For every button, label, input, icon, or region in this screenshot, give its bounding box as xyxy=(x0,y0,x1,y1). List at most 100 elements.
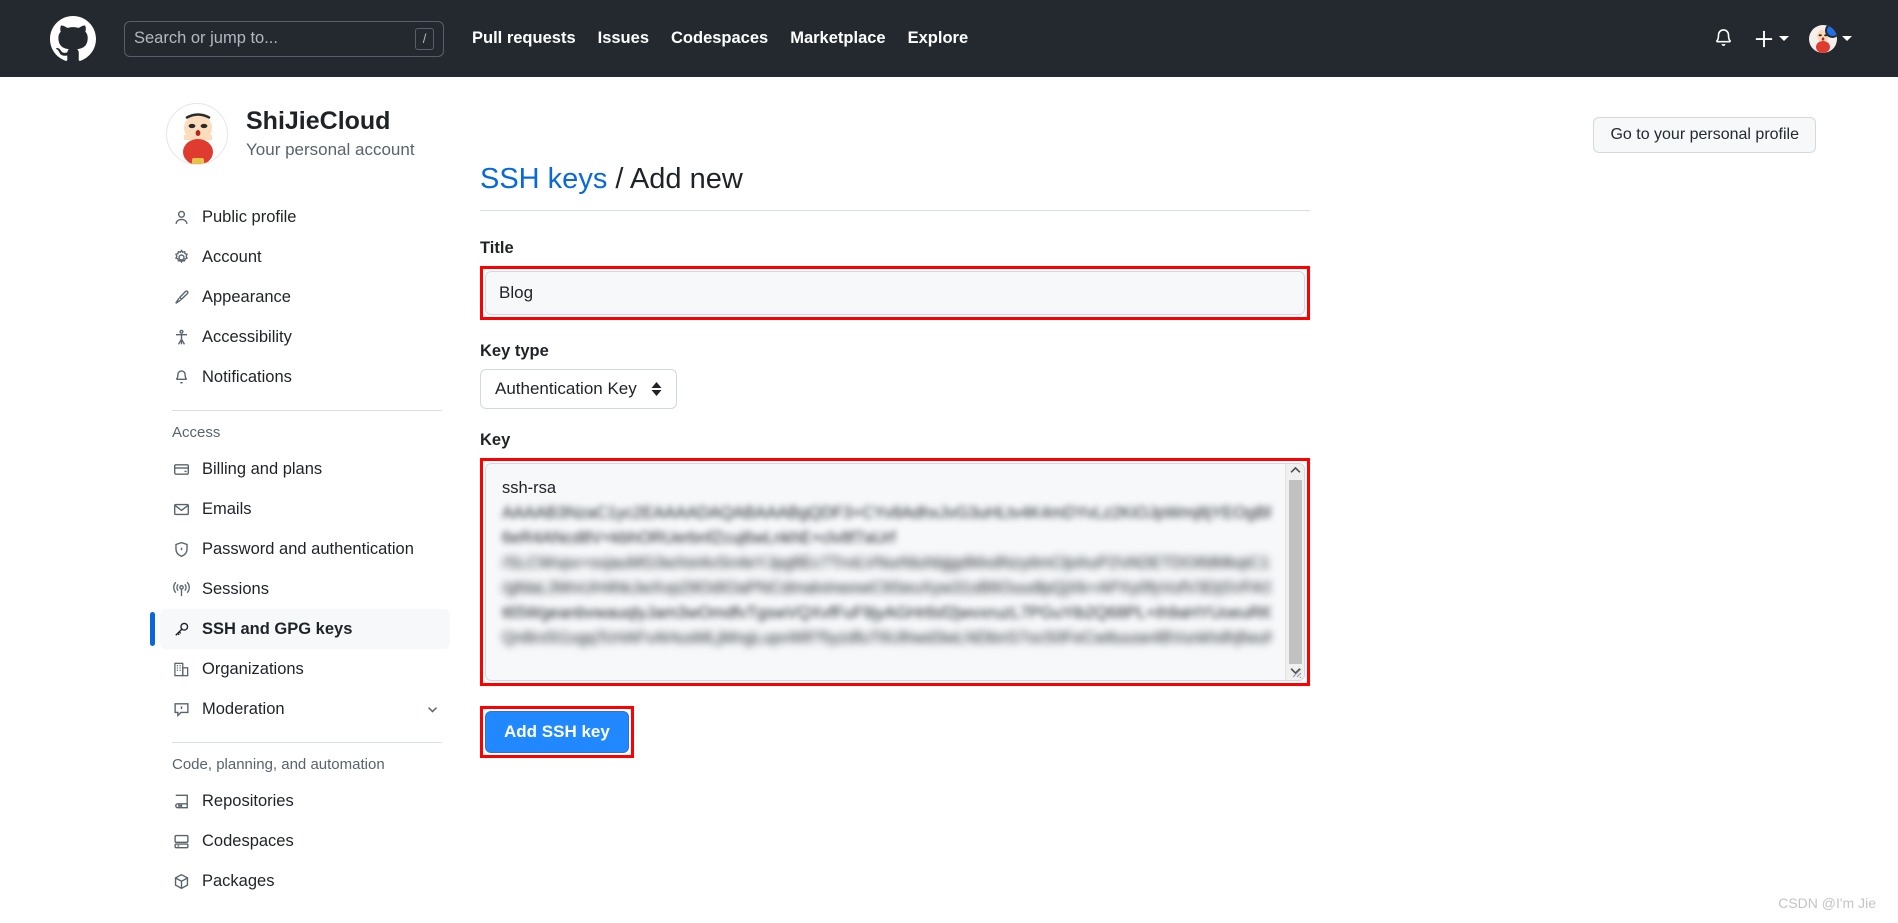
sidebar-item-repositories[interactable]: Repositories xyxy=(160,781,450,821)
sidebar-item-appearance[interactable]: Appearance xyxy=(160,277,450,317)
bell-icon xyxy=(172,368,190,386)
key-annotation-box: ssh-rsa AAAAB3NzaC1yc2EAAAADAQABAAABgQDF… xyxy=(480,458,1310,686)
gear-icon xyxy=(172,248,190,266)
sidebar-item-label: Emails xyxy=(202,499,252,518)
sidebar-item-label: Codespaces xyxy=(202,831,294,850)
account-header: ShiJieCloud Your personal account xyxy=(166,103,415,165)
go-to-personal-profile-button[interactable]: Go to your personal profile xyxy=(1593,117,1816,153)
account-name: ShiJieCloud xyxy=(246,107,391,136)
submit-annotation-box: Add SSH key xyxy=(480,706,634,758)
sidebar-item-moderation[interactable]: Moderation xyxy=(160,689,450,729)
sidebar-item-label: Repositories xyxy=(202,791,294,810)
breadcrumb-ssh-keys-link[interactable]: SSH keys xyxy=(480,163,607,195)
key-line: /SLCWvpx+svjauMG3wXei4vSn4eYJpgfiEc7Trvi… xyxy=(502,554,1271,572)
avatar[interactable] xyxy=(166,103,228,165)
sidebar-item-label: Notifications xyxy=(202,367,292,386)
sidebar-item-label: Appearance xyxy=(202,287,291,306)
sidebar-item-public-profile[interactable]: Public profile xyxy=(160,197,450,237)
settings-sidebar: Public profile Account Appearance Access… xyxy=(150,197,450,901)
sidebar-item-label: Moderation xyxy=(202,699,285,718)
chevron-down-icon[interactable] xyxy=(1290,667,1301,678)
key-type-select[interactable]: Authentication Key xyxy=(480,369,677,409)
sidebar-divider xyxy=(172,410,442,411)
key-icon xyxy=(172,620,190,638)
watermark: CSDN @I'm Jie xyxy=(1778,895,1876,911)
sidebar-item-codespaces[interactable]: Codespaces xyxy=(160,821,450,861)
create-new-button[interactable] xyxy=(1754,29,1789,49)
global-header: Search or jump to... / Pull requests Iss… xyxy=(0,0,1898,77)
broadcast-icon xyxy=(172,580,190,598)
paintbrush-icon xyxy=(172,288,190,306)
accessibility-icon xyxy=(172,328,190,346)
sidebar-item-account[interactable]: Account xyxy=(160,237,450,277)
mail-icon xyxy=(172,500,190,518)
title-input[interactable] xyxy=(485,271,1305,315)
chevron-down-icon[interactable] xyxy=(425,702,440,717)
nav-marketplace[interactable]: Marketplace xyxy=(790,29,885,48)
nav-pull-requests[interactable]: Pull requests xyxy=(472,29,576,48)
title-field-label: Title xyxy=(480,239,514,257)
sidebar-item-billing-and-plans[interactable]: Billing and plans xyxy=(160,449,450,489)
key-textarea[interactable]: ssh-rsa AAAAB3NzaC1yc2EAAAADAQABAAABgQDF… xyxy=(485,463,1305,681)
page-title: SSH keys / Add new xyxy=(480,163,1310,211)
sort-arrows-icon xyxy=(651,382,662,396)
page-body: ShiJieCloud Your personal account Go to … xyxy=(0,77,1898,923)
package-icon xyxy=(172,872,190,890)
key-type-selected-value: Authentication Key xyxy=(495,379,637,398)
account-subtitle: Your personal account xyxy=(246,139,415,159)
nav-issues[interactable]: Issues xyxy=(598,29,649,48)
sidebar-item-label: SSH and GPG keys xyxy=(202,619,353,638)
header-actions xyxy=(1713,24,1874,53)
caret-down-icon xyxy=(1842,36,1852,41)
search-input[interactable]: Search or jump to... / xyxy=(124,20,444,57)
key-textarea-content: ssh-rsa AAAAB3NzaC1yc2EAAAADAQABAAABgQDF… xyxy=(486,464,1285,680)
sidebar-item-label: Public profile xyxy=(202,207,297,226)
status-badge xyxy=(1825,24,1837,38)
plus-icon xyxy=(1755,30,1773,47)
sidebar-group-title-access: Access xyxy=(172,424,221,441)
title-annotation-box xyxy=(480,266,1310,320)
github-mark-icon[interactable] xyxy=(50,15,96,62)
key-type-field-label: Key type xyxy=(480,342,549,360)
breadcrumb-current: Add new xyxy=(629,163,743,195)
shield-lock-icon xyxy=(172,540,190,558)
key-line: Qn8rx5I1xgqTcHAFvAHusMLjMngLupvWll?5yzdf… xyxy=(502,629,1271,647)
chevron-up-icon[interactable] xyxy=(1290,466,1301,477)
credit-card-icon xyxy=(172,460,190,478)
search-slash-hint: / xyxy=(415,27,434,50)
sidebar-item-password-and-authentication[interactable]: Password and authentication xyxy=(160,529,450,569)
scrollbar-thumb[interactable] xyxy=(1288,480,1302,664)
nav-explore[interactable]: Explore xyxy=(908,29,969,48)
user-menu-button[interactable] xyxy=(1809,24,1852,53)
primary-nav: Pull requests Issues Codespaces Marketpl… xyxy=(472,29,968,48)
sidebar-item-label: Password and authentication xyxy=(202,539,414,558)
sidebar-item-packages[interactable]: Packages xyxy=(160,861,450,901)
report-icon xyxy=(172,700,190,718)
sidebar-item-label: Account xyxy=(202,247,262,266)
sidebar-item-notifications[interactable]: Notifications xyxy=(160,357,450,397)
key-line: AAAAB3NzaC1yc2EAAAADAQABAAABgQDF3+CYv8Ad… xyxy=(502,504,1271,522)
key-field-label: Key xyxy=(480,431,511,449)
sidebar-item-ssh-and-gpg-keys[interactable]: SSH and GPG keys xyxy=(150,609,450,649)
main-content: SSH keys / Add new Title Key type Authen… xyxy=(480,163,1310,758)
avatar xyxy=(1809,24,1837,53)
person-icon xyxy=(172,208,190,226)
breadcrumb-separator: / xyxy=(607,163,630,195)
search-placeholder: Search or jump to... xyxy=(134,29,278,47)
add-ssh-key-button[interactable]: Add SSH key xyxy=(485,711,629,753)
sidebar-item-label: Organizations xyxy=(202,659,304,678)
sidebar-group-title-code: Code, planning, and automation xyxy=(172,756,385,773)
sidebar-item-accessibility[interactable]: Accessibility xyxy=(160,317,450,357)
organization-icon xyxy=(172,660,190,678)
sidebar-item-organizations[interactable]: Organizations xyxy=(160,649,450,689)
sidebar-item-emails[interactable]: Emails xyxy=(160,489,450,529)
account-text: ShiJieCloud Your personal account xyxy=(246,106,415,161)
key-line: /gfdaL3WvUH4hkJwXvp29OdIOaPNCdmalvinwxwC… xyxy=(502,579,1271,597)
bell-icon[interactable] xyxy=(1713,28,1734,49)
key-textarea-scrollbar[interactable] xyxy=(1285,464,1304,680)
key-line: 6eR4ANcd8V+kbhORUerbnfZcuj6wLnkhE+clv8f7… xyxy=(502,529,896,547)
nav-codespaces[interactable]: Codespaces xyxy=(671,29,768,48)
sidebar-item-sessions[interactable]: Sessions xyxy=(160,569,450,609)
key-line: t65WgeanbvwauqlyJam3wOmdfvTgswVQXvfFuF9j… xyxy=(502,604,1271,622)
caret-down-icon xyxy=(1779,36,1789,41)
